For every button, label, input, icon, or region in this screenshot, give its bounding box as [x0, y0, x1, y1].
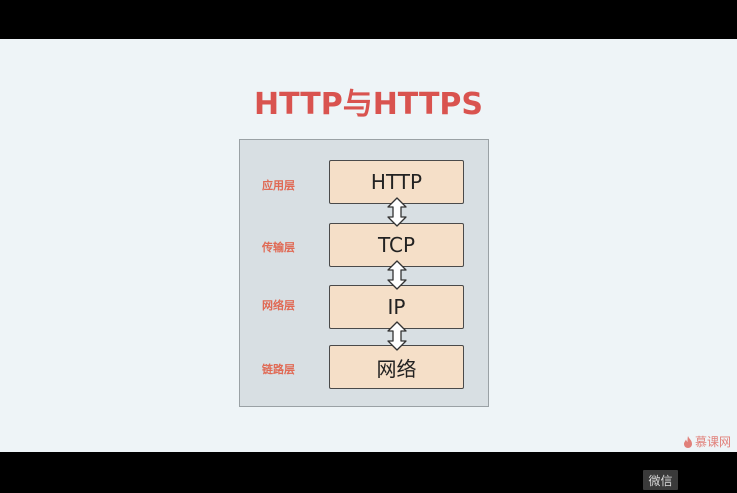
- layer-box-link: 网络: [329, 345, 464, 389]
- slide-canvas: HTTP与HTTPS 应用层 传输层 网络层 链路层 HTTP TCP IP 网…: [0, 39, 737, 452]
- flame-icon: [683, 435, 692, 448]
- wechat-button[interactable]: 微信: [643, 470, 678, 490]
- layer-label-transport: 传输层: [262, 241, 295, 254]
- double-arrow-icon: [387, 260, 407, 290]
- watermark-logo: 慕课网: [683, 433, 731, 450]
- layer-label-link: 链路层: [262, 363, 295, 376]
- double-arrow-icon: [387, 197, 407, 227]
- layer-label-network: 网络层: [262, 299, 295, 312]
- double-arrow-icon: [387, 321, 407, 351]
- watermark-text: 慕课网: [694, 435, 731, 449]
- slide-title: HTTP与HTTPS: [253, 87, 484, 122]
- layer-label-application: 应用层: [262, 179, 295, 192]
